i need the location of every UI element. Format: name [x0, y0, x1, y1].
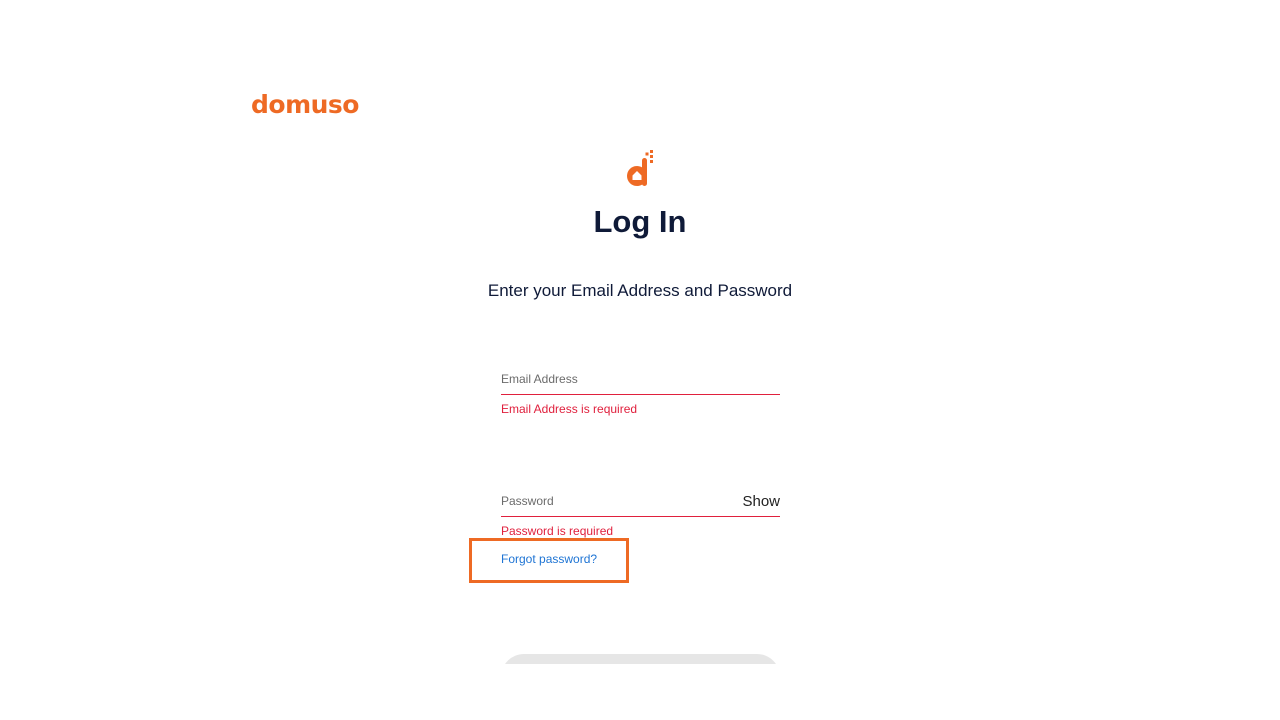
email-field-group: Email Address is required: [501, 369, 780, 417]
page-subtitle: Enter your Email Address and Password: [487, 281, 793, 300]
email-error: Email Address is required: [501, 402, 638, 416]
viewport-bottom-edge: [0, 664, 1280, 720]
page-title: Log In: [593, 204, 687, 239]
show-password-toggle[interactable]: Show: [742, 493, 780, 511]
login-page: domuso Log In Enter your Email Address a…: [0, 0, 1280, 720]
domuso-d-house-icon: [627, 150, 653, 186]
password-field-group: Show Password is required: [501, 491, 780, 539]
forgot-password-link[interactable]: Forgot password?: [501, 551, 597, 567]
password-input[interactable]: [501, 491, 780, 517]
email-input[interactable]: [501, 369, 780, 395]
domuso-logo[interactable]: domuso: [251, 88, 359, 122]
password-error: Password is required: [501, 524, 614, 538]
